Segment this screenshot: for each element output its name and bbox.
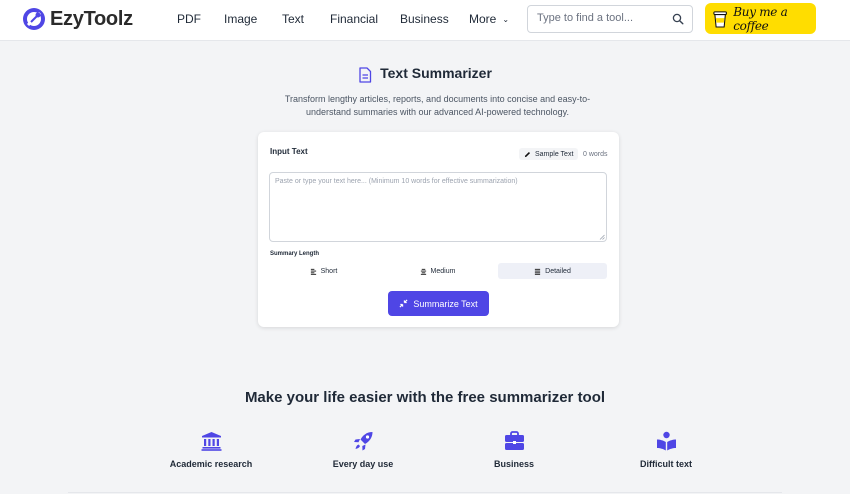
coffee-cup-icon bbox=[713, 10, 727, 28]
sample-text-label: Sample Text bbox=[535, 150, 574, 158]
buy-me-a-coffee-button[interactable]: Buy me a coffee bbox=[705, 3, 816, 34]
nav-business[interactable]: Business bbox=[400, 12, 449, 26]
input-text-area-wrapper[interactable] bbox=[269, 172, 607, 242]
length-option-short[interactable]: Short bbox=[269, 263, 378, 279]
compress-arrows-icon bbox=[399, 299, 408, 308]
brand-name: EzyToolz bbox=[50, 7, 133, 30]
feature-academic-research: Academic research bbox=[151, 431, 271, 469]
nav-image[interactable]: Image bbox=[224, 12, 257, 26]
summarize-button[interactable]: Summarize Text bbox=[388, 291, 489, 316]
input-text-area[interactable] bbox=[270, 173, 606, 241]
feature-label: Business bbox=[493, 459, 535, 469]
length-option-detailed[interactable]: Detailed bbox=[498, 263, 607, 279]
nav-text[interactable]: Text bbox=[282, 12, 304, 26]
rocket-icon bbox=[353, 432, 372, 451]
feature-every-day-use: Every day use bbox=[303, 431, 423, 469]
briefcase-icon bbox=[504, 431, 524, 450]
summary-length-label: Summary Length bbox=[270, 251, 320, 257]
tool-search[interactable] bbox=[527, 5, 693, 33]
ezytoolz-logo-icon bbox=[23, 8, 45, 30]
features-title: Make your life easier with the free summ… bbox=[244, 389, 606, 406]
brand-logo[interactable]: EzyToolz bbox=[22, 6, 133, 32]
input-text-label: Input Text bbox=[270, 147, 308, 156]
length-option-medium[interactable]: Medium bbox=[383, 263, 492, 279]
section-divider bbox=[68, 492, 782, 493]
feature-difficult-text: Difficult text bbox=[606, 431, 726, 469]
search-input[interactable] bbox=[537, 12, 667, 24]
feature-business: Business bbox=[454, 431, 574, 469]
page-title: Text Summarizer bbox=[380, 65, 492, 81]
page-subtitle: Transform lengthy articles, reports, and… bbox=[284, 94, 591, 117]
nav-more[interactable]: More ⌄ bbox=[469, 12, 509, 26]
align-left-icon bbox=[310, 268, 316, 275]
nav-more-label: More bbox=[469, 12, 497, 26]
feature-label: Academic research bbox=[169, 459, 253, 469]
book-reader-icon bbox=[656, 431, 676, 451]
word-count: 0 words bbox=[583, 151, 608, 158]
length-option-short-label: Short bbox=[320, 267, 338, 275]
chevron-down-icon: ⌄ bbox=[502, 14, 510, 24]
nav-financial[interactable]: Financial bbox=[330, 12, 378, 26]
align-center-icon bbox=[420, 268, 426, 275]
coffee-label: Buy me a coffee bbox=[733, 4, 788, 33]
nav-pdf[interactable]: PDF bbox=[177, 12, 201, 26]
top-header: EzyToolz PDF Image Text Financial Busine… bbox=[0, 0, 850, 41]
page-title-row: Text Summarizer bbox=[0, 63, 850, 83]
document-icon bbox=[359, 67, 372, 83]
summarizer-card: Input Text Sample Text 0 words Summary L… bbox=[258, 132, 619, 327]
feature-label: Every day use bbox=[332, 459, 394, 469]
summarize-button-label: Summarize Text bbox=[413, 298, 478, 309]
pencil-icon bbox=[524, 151, 531, 157]
length-option-detailed-label: Detailed bbox=[545, 267, 571, 275]
length-option-medium-label: Medium bbox=[430, 267, 456, 275]
align-justify-icon bbox=[535, 268, 541, 275]
university-icon bbox=[201, 432, 221, 451]
search-icon[interactable] bbox=[672, 13, 684, 25]
sample-text-button[interactable]: Sample Text bbox=[519, 148, 579, 160]
resize-grip-icon[interactable] bbox=[599, 234, 605, 240]
feature-label: Difficult text bbox=[639, 459, 692, 469]
